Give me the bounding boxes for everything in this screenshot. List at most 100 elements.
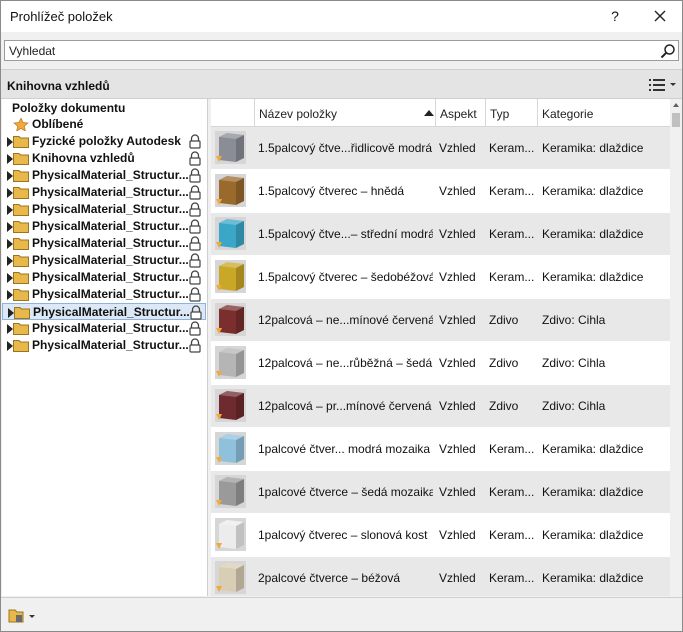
- type-cell: Keram...: [489, 141, 535, 155]
- table-row[interactable]: 1.5palcový čtverec – hnědá Vzhled Keram...…: [211, 170, 670, 213]
- tree-item[interactable]: PhysicalMaterial_Structur...: [2, 286, 206, 303]
- aspect-cell: Vzhled: [439, 227, 476, 241]
- lock-icon: [189, 287, 201, 302]
- table-row[interactable]: 1.5palcový čtve...řidlicově modrá Vzhled K…: [211, 127, 670, 170]
- scrollbar-thumb[interactable]: [672, 113, 680, 127]
- category-cell: Zdivo: Cihla: [542, 399, 606, 413]
- item-name-cell: 1.5palcový čtve...– střední modrá: [258, 227, 433, 241]
- tree-item-label: PhysicalMaterial_Structur...: [32, 287, 189, 301]
- item-browser-window: Prohlížeč položek ? Vyhledat Knihovna vz…: [0, 0, 683, 632]
- table-row[interactable]: 12palcová – pr...mínové červená Vzhled Zdi…: [211, 385, 670, 428]
- table-row[interactable]: 12palcová – ne...růběžná – šedá Vzhled Zdi…: [211, 342, 670, 385]
- close-icon: [654, 10, 666, 22]
- item-name-cell: 1palcové čtver... modrá mozaika: [258, 442, 431, 456]
- aspect-cell: Vzhled: [439, 356, 476, 370]
- tree-item-label: PhysicalMaterial_Structur...: [32, 185, 189, 199]
- category-cell: Keramika: dlaždice: [542, 270, 644, 284]
- table-row[interactable]: 1.5palcový čtverec – šedobéžová Vzhled Ker…: [211, 256, 670, 299]
- tree-item-label: Knihovna vzhledů: [32, 151, 135, 165]
- table-row[interactable]: 1palcové čtver... modrá mozaika Vzhled Ker…: [211, 428, 670, 471]
- tree-item-label: PhysicalMaterial_Structur...: [32, 338, 189, 352]
- material-thumbnail: [215, 303, 246, 336]
- material-thumbnail: [215, 260, 246, 293]
- tree-item-label: PhysicalMaterial_Structur...: [32, 270, 189, 284]
- category-cell: Keramika: dlaždice: [542, 485, 644, 499]
- tree-item[interactable]: Oblíbené: [2, 116, 206, 133]
- tree-item[interactable]: PhysicalMaterial_Structur...: [2, 235, 206, 252]
- vertical-scrollbar[interactable]: [670, 99, 682, 596]
- folder-icon: [14, 307, 30, 319]
- tree-root-label: Položky dokumentu: [12, 101, 126, 115]
- tree-item-label: PhysicalMaterial_Structur...: [32, 236, 189, 250]
- column-separator: [254, 99, 255, 127]
- aspect-cell: Vzhled: [439, 485, 476, 499]
- material-thumbnail: [215, 131, 246, 164]
- type-cell: Zdivo: [489, 399, 519, 413]
- item-name-cell: 12palcová – ne...růběžná – šedá: [258, 356, 433, 370]
- search-field[interactable]: Vyhledat: [4, 40, 679, 61]
- scroll-up-arrow-icon[interactable]: [673, 103, 679, 107]
- table-row[interactable]: 1palcové čtverce – šedá mozaika Vzhled Ker…: [211, 471, 670, 514]
- table-row[interactable]: 2palcové čtverce – béžová Vzhled Keram... K…: [211, 557, 670, 596]
- column-header-aspect[interactable]: Aspekt: [440, 107, 477, 121]
- tree-item-label: Oblíbené: [32, 117, 84, 131]
- folder-icon: [13, 238, 29, 250]
- item-name-cell: 1palcový čtverec – slonová kost: [258, 528, 428, 542]
- tree-item[interactable]: Knihovna vzhledů: [2, 150, 206, 167]
- aspect-cell: Vzhled: [439, 442, 476, 456]
- aspect-cell: Vzhled: [439, 528, 476, 542]
- category-cell: Keramika: dlaždice: [542, 141, 644, 155]
- column-header-type[interactable]: Typ: [490, 107, 509, 121]
- tree-item[interactable]: PhysicalMaterial_Structur...: [2, 303, 206, 320]
- table-row[interactable]: 1.5palcový čtve...– střední modrá Vzhled K…: [211, 213, 670, 256]
- lock-icon: [189, 202, 201, 217]
- item-name-cell: 1.5palcový čtverec – šedobéžová: [258, 270, 433, 284]
- lock-icon: [189, 321, 201, 336]
- library-title: Knihovna vzhledů: [7, 79, 110, 93]
- tree-item[interactable]: PhysicalMaterial_Structur...: [2, 218, 206, 235]
- folder-icon: [13, 289, 29, 301]
- column-header-name[interactable]: Název položky: [259, 107, 337, 121]
- tree-item-label: PhysicalMaterial_Structur...: [32, 202, 189, 216]
- table-row[interactable]: 1palcový čtverec – slonová kost Vzhled Ker…: [211, 514, 670, 557]
- aspect-cell: Vzhled: [439, 399, 476, 413]
- lock-icon: [189, 236, 201, 251]
- aspect-cell: Vzhled: [439, 571, 476, 585]
- library-menu-icon[interactable]: [7, 607, 37, 625]
- folder-icon: [13, 204, 29, 216]
- aspect-cell: Vzhled: [439, 141, 476, 155]
- list-view-icon[interactable]: [646, 76, 678, 94]
- tree-item[interactable]: PhysicalMaterial_Structur...: [2, 184, 206, 201]
- search-input[interactable]: Vyhledat: [9, 44, 55, 58]
- folder-icon: [13, 221, 29, 233]
- tree-item[interactable]: PhysicalMaterial_Structur...: [2, 320, 206, 337]
- tree-item[interactable]: PhysicalMaterial_Structur...: [2, 269, 206, 286]
- tree-item[interactable]: PhysicalMaterial_Structur...: [2, 252, 206, 269]
- type-cell: Keram...: [489, 442, 535, 456]
- title-bar: Prohlížeč položek ?: [1, 1, 682, 32]
- table-row[interactable]: 12palcová – ne...mínové červená Vzhled Zdi…: [211, 299, 670, 342]
- tree-item[interactable]: PhysicalMaterial_Structur...: [2, 201, 206, 218]
- category-cell: Keramika: dlaždice: [542, 571, 644, 585]
- material-thumbnail: [215, 174, 246, 207]
- help-button[interactable]: ?: [603, 5, 627, 27]
- folder-icon: [13, 170, 29, 182]
- type-cell: Zdivo: [489, 356, 519, 370]
- close-button[interactable]: [647, 5, 673, 27]
- star-icon: [13, 118, 29, 131]
- folder-icon: [13, 340, 29, 352]
- search-icon[interactable]: [660, 43, 676, 59]
- type-cell: Keram...: [489, 184, 535, 198]
- tree-item[interactable]: Fyzické položky Autodesk: [2, 133, 206, 150]
- column-header-category[interactable]: Kategorie: [542, 107, 593, 121]
- folder-icon: [13, 187, 29, 199]
- tree-item-label: PhysicalMaterial_Structur...: [32, 219, 189, 233]
- tree-item-label: PhysicalMaterial_Structur...: [32, 253, 189, 267]
- tree-item[interactable]: PhysicalMaterial_Structur...: [2, 167, 206, 184]
- item-name-cell: 1.5palcový čtverec – hnědá: [258, 184, 405, 198]
- category-cell: Keramika: dlaždice: [542, 227, 644, 241]
- type-cell: Keram...: [489, 485, 535, 499]
- tree-item[interactable]: PhysicalMaterial_Structur...: [2, 337, 206, 354]
- category-cell: Keramika: dlaždice: [542, 528, 644, 542]
- tree-item-label: PhysicalMaterial_Structur...: [32, 321, 189, 335]
